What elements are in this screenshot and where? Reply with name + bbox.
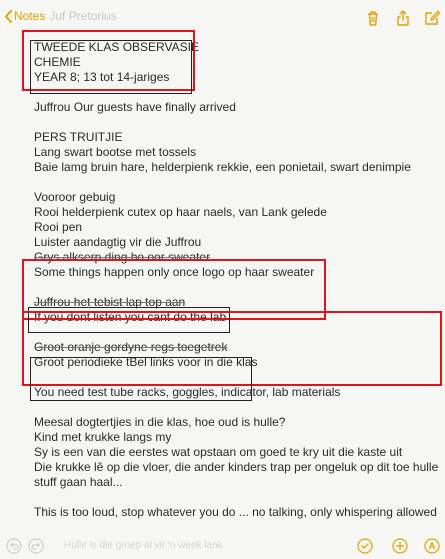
note-line: Vooroor gebuig [34,190,116,204]
note-line: Baie lamg bruin hare, helderpienk rekkie… [34,160,411,174]
black-annotation-box [30,357,252,401]
note-line: stuff gaan haal... [34,475,123,489]
back-to-notes-button[interactable]: Notes Juf Pretorius [4,9,117,23]
share-icon[interactable] [394,9,412,27]
checklist-icon[interactable] [357,538,373,554]
note-line: This is too loud, stop whatever you do .… [34,505,437,519]
note-line: Die krukke lê op die vloer, die ander ki… [34,460,439,474]
note-line: Juffrou Our guests have finally arrived [34,100,236,114]
note-line: Sy is een van die eerstes wat opstaan om… [34,445,403,459]
note-line: Kind met krukke langs my [34,430,172,444]
note-line: PERS TRUITJIE [34,130,123,144]
add-icon[interactable] [392,538,408,554]
note-line: Rooi pen [34,220,83,234]
bottom-toolbar: Hulle is die groep al vir 'n week lank [0,535,445,559]
ghost-bottom-text: Hulle is die groep al vir 'n week lank [64,540,223,551]
back-label: Notes [14,9,46,23]
note-line: Lang swart bootse met tossels [34,145,197,159]
note-line: Luister aandagtig vir die Juffrou [34,235,202,249]
black-annotation-box [30,40,192,94]
undo-icon[interactable] [6,538,22,554]
note-line: Rooi helderpienk cutex op haar naels, va… [34,205,327,219]
markup-icon[interactable] [424,538,440,554]
chevron-left-icon [5,9,12,23]
ghost-note-title: Juf Pretorius [49,9,117,23]
note-line: Meesal dogtertjies in die klas, hoe oud … [34,415,286,429]
compose-icon[interactable] [423,9,441,27]
top-toolbar: Notes Juf Pretorius [0,0,445,34]
redo-icon[interactable] [28,538,44,554]
trash-icon[interactable] [364,9,382,27]
